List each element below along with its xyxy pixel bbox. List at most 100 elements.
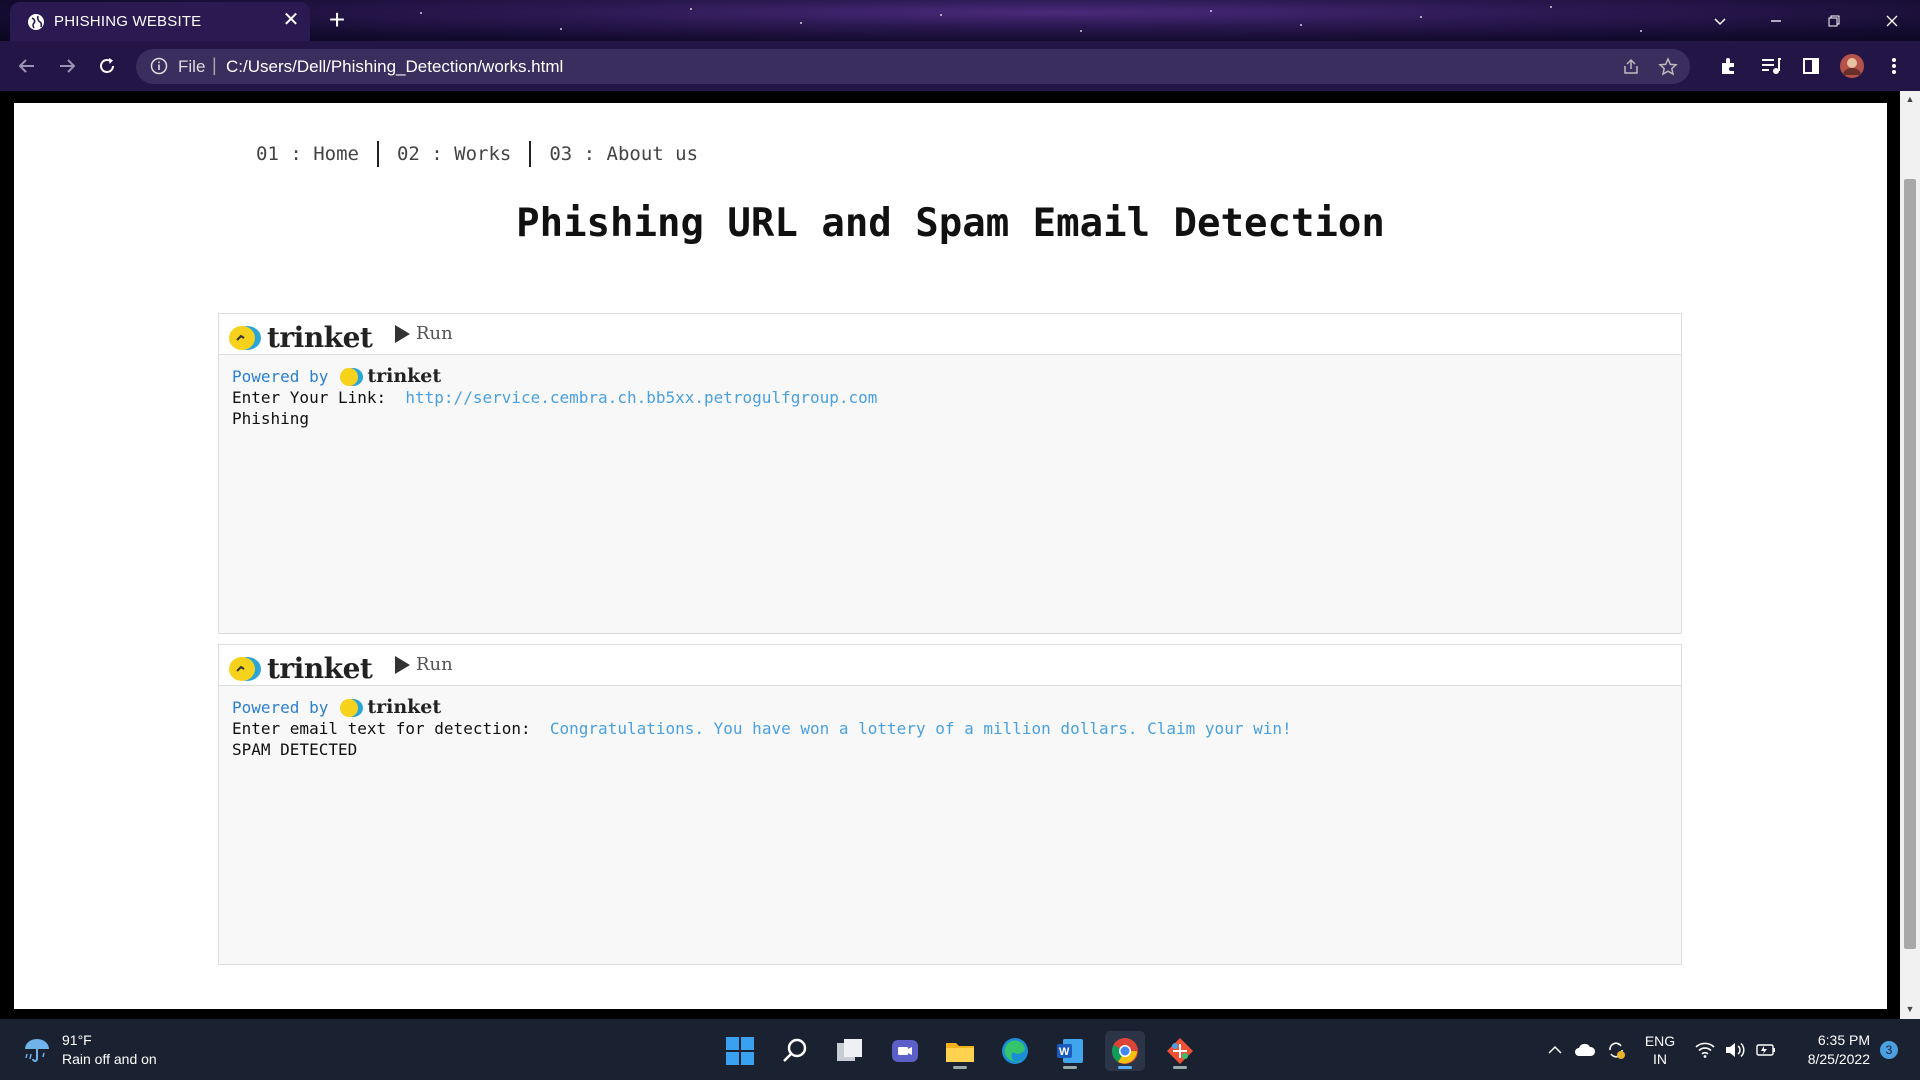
trinket-header: trinket Run	[219, 314, 1681, 355]
git-icon	[1167, 1038, 1193, 1064]
trinket-logo[interactable]: trinket	[227, 652, 373, 685]
console-output: Phishing	[232, 409, 310, 428]
trinket-logo[interactable]: trinket	[227, 321, 373, 354]
address-bar[interactable]: File | C:/Users/Dell/Phishing_Detection/…	[136, 49, 1690, 84]
teams-chat-button[interactable]	[885, 1031, 925, 1071]
page-title: Phishing URL and Spam Email Detection	[516, 201, 1385, 246]
run-button[interactable]: Run	[395, 654, 453, 675]
running-indicator	[1063, 1066, 1077, 1069]
task-view-icon	[837, 1039, 862, 1061]
powered-by-label: Powered by	[232, 698, 329, 717]
notification-badge: 3	[1880, 1040, 1898, 1059]
new-tab-button[interactable]: +	[322, 5, 352, 35]
nav-menu: 01 : Home 02 : Works 03 : About us	[256, 141, 698, 167]
nav-about-link[interactable]: 03 : About us	[549, 143, 698, 165]
language-indicator[interactable]: ENG IN	[1640, 1019, 1680, 1080]
task-view-button[interactable]	[830, 1031, 870, 1071]
nav-divider	[376, 141, 379, 167]
tab-title: PHISHING WEBSITE	[54, 13, 202, 30]
url-text[interactable]: C:/Users/Dell/Phishing_Detection/works.h…	[226, 57, 563, 77]
powered-by-line: Powered by trinket	[232, 697, 1292, 718]
bookmark-star-icon[interactable]	[1658, 57, 1678, 77]
powered-by-line: Powered by trinket	[232, 366, 877, 387]
console-input-value[interactable]: http://service.cembra.ch.bb5xx.petrogulf…	[405, 388, 877, 407]
extensions-icon[interactable]	[1715, 53, 1741, 79]
video-chat-icon	[892, 1040, 918, 1062]
page-scrollbar[interactable]: ▲ ▼	[1900, 91, 1920, 1019]
git-button[interactable]	[1160, 1031, 1200, 1071]
clock[interactable]: 6:35 PM 8/25/2022	[1790, 1019, 1870, 1080]
lang-primary: ENG	[1644, 1032, 1676, 1049]
console-input-line: Enter email text for detection: Congratu…	[232, 718, 1292, 739]
trinket-logo-icon	[229, 325, 261, 350]
word-button[interactable]: W	[1050, 1031, 1090, 1071]
console-prompt: Enter Your Link:	[232, 388, 387, 407]
close-window-icon[interactable]	[1864, 0, 1920, 41]
browser-tab[interactable]: PHISHING WEBSITE ✕	[10, 2, 310, 41]
search-button[interactable]	[775, 1031, 815, 1071]
chrome-icon	[1112, 1038, 1138, 1064]
active-indicator	[1118, 1066, 1132, 1069]
play-icon	[395, 324, 410, 343]
globe-icon	[28, 14, 44, 30]
wifi-icon[interactable]	[1692, 1019, 1718, 1080]
page-content: 01 : Home 02 : Works 03 : About us Phish…	[14, 103, 1887, 1009]
restore-icon[interactable]	[1806, 0, 1862, 41]
trinket-mini-brand[interactable]: trinket	[367, 697, 441, 718]
battery-icon[interactable]	[1752, 1019, 1778, 1080]
trinket-mini-brand[interactable]: trinket	[367, 366, 441, 387]
svg-text:W: W	[1059, 1046, 1070, 1058]
trinket-mini-logo-icon	[340, 698, 364, 717]
trinket-brand: trinket	[267, 321, 373, 354]
profile-avatar[interactable]	[1839, 53, 1865, 79]
word-icon: W	[1057, 1039, 1083, 1063]
scheme-label: File	[178, 57, 206, 76]
start-button[interactable]	[720, 1031, 760, 1071]
address-separator: |	[212, 55, 217, 75]
share-icon[interactable]	[1622, 58, 1640, 76]
run-label: Run	[416, 654, 453, 675]
trinket-brand: trinket	[267, 652, 373, 685]
play-icon	[395, 655, 410, 674]
notification-center[interactable]: 3	[1874, 1019, 1904, 1080]
trinket-console[interactable]: Powered by trinket Enter Your Link: http…	[232, 366, 877, 429]
back-icon[interactable]	[14, 53, 40, 79]
lang-region: IN	[1653, 1050, 1667, 1067]
edge-button[interactable]	[995, 1031, 1035, 1071]
scroll-thumb[interactable]	[1904, 179, 1916, 949]
reload-icon[interactable]	[94, 53, 120, 79]
nav-works-link[interactable]: 02 : Works	[397, 143, 511, 165]
weather-temp: 91°F	[62, 1032, 92, 1048]
close-tab-icon[interactable]: ✕	[280, 10, 302, 30]
console-output: SPAM DETECTED	[232, 740, 358, 759]
nav-home-link[interactable]: 01 : Home	[256, 143, 359, 165]
trinket-header: trinket Run	[219, 645, 1681, 686]
scroll-up-icon[interactable]: ▲	[1904, 93, 1916, 105]
console-input-value[interactable]: Congratulations. You have won a lottery …	[550, 719, 1292, 738]
clock-date: 8/25/2022	[1807, 1050, 1870, 1067]
tab-search-icon[interactable]	[1692, 0, 1748, 41]
file-explorer-button[interactable]	[940, 1031, 980, 1071]
run-button[interactable]: Run	[395, 323, 453, 344]
chrome-button[interactable]	[1105, 1031, 1145, 1071]
menu-icon[interactable]	[1881, 53, 1907, 79]
trinket-email-widget: trinket Run Powered by trinket Enter ema…	[218, 644, 1682, 965]
onedrive-icon[interactable]	[1572, 1019, 1598, 1080]
weather-widget[interactable]: 91°F Rain off and on	[22, 1031, 157, 1069]
volume-icon[interactable]	[1722, 1019, 1748, 1080]
windows-taskbar: 91°F Rain off and on W ENG IN 6:35 PM 8/…	[0, 1019, 1920, 1080]
scroll-down-icon[interactable]: ▼	[1904, 1003, 1916, 1015]
minimize-icon[interactable]	[1748, 0, 1804, 41]
weather-desc: Rain off and on	[62, 1051, 157, 1067]
windows-logo-icon	[726, 1037, 754, 1065]
edge-icon	[1002, 1038, 1028, 1064]
sync-icon[interactable]	[1603, 1019, 1629, 1080]
clock-time: 6:35 PM	[1817, 1031, 1870, 1048]
forward-icon[interactable]	[54, 53, 80, 79]
media-control-icon[interactable]	[1758, 53, 1784, 79]
show-hidden-icons[interactable]	[1544, 1019, 1566, 1080]
trinket-console[interactable]: Powered by trinket Enter email text for …	[232, 697, 1292, 760]
side-panel-icon[interactable]	[1798, 53, 1824, 79]
info-icon[interactable]	[150, 57, 168, 75]
trinket-mini-logo-icon	[340, 367, 364, 386]
